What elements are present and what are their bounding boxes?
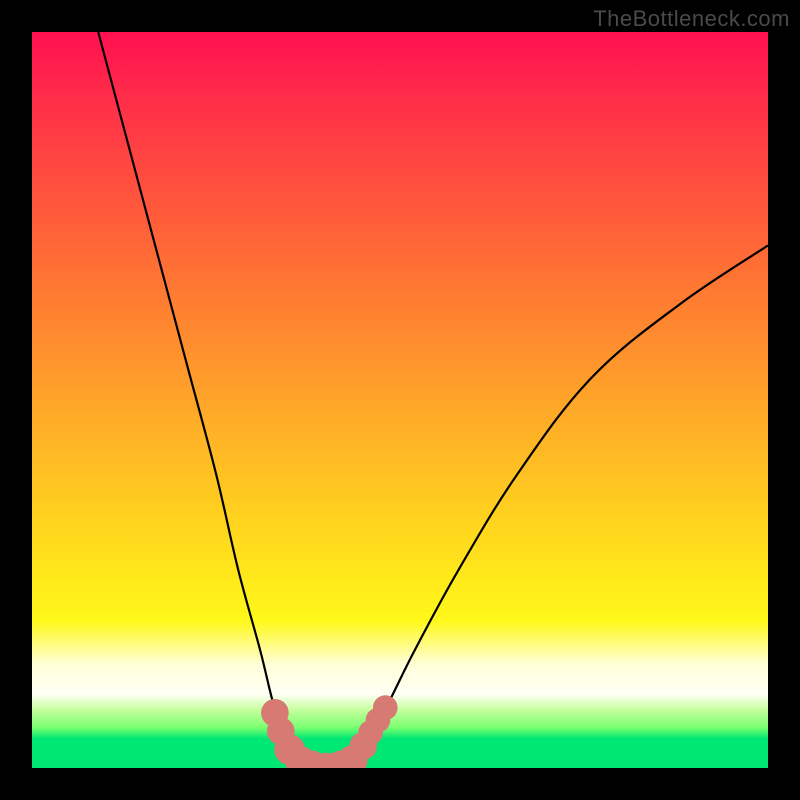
chart-svg — [32, 32, 768, 768]
watermark-text: TheBottleneck.com — [593, 6, 790, 32]
curve-markers — [261, 695, 398, 768]
marker-dot — [373, 695, 398, 720]
bottleneck-curve — [98, 32, 768, 768]
plot-area — [32, 32, 768, 768]
chart-frame: TheBottleneck.com — [0, 0, 800, 800]
